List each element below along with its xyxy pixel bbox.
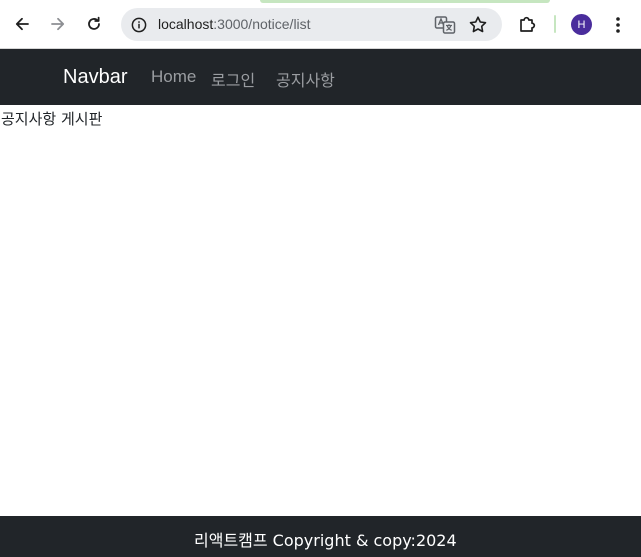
star-icon[interactable]	[467, 14, 489, 36]
nav-link-home[interactable]: Home	[151, 67, 196, 87]
app-footer: 리액트캠프 Copyright & copy:2024	[0, 516, 641, 557]
back-button[interactable]	[8, 10, 36, 38]
arrow-left-icon	[15, 17, 29, 31]
toolbar-divider	[554, 15, 556, 33]
reload-button[interactable]	[80, 10, 108, 38]
navbar-brand[interactable]: Navbar	[63, 66, 127, 89]
nav-link-notice[interactable]: 공지사항	[276, 67, 335, 91]
forward-button[interactable]	[44, 10, 72, 38]
address-bar[interactable]: localhost:3000/notice/list	[121, 8, 502, 41]
url-host: localhost	[158, 16, 214, 32]
kebab-menu-icon[interactable]	[610, 14, 626, 36]
active-tab-accent	[260, 0, 550, 3]
reload-icon	[88, 16, 100, 30]
profile-avatar[interactable]: H	[571, 14, 592, 35]
app-navbar: Navbar Home 로그인 공지사항	[0, 49, 641, 105]
translate-icon[interactable]	[434, 15, 456, 35]
arrow-right-icon	[51, 17, 65, 31]
main-content: 공지사항 게시판	[0, 105, 641, 516]
puzzle-icon[interactable]	[516, 12, 540, 36]
nav-link-login[interactable]: 로그인	[211, 67, 255, 91]
browser-toolbar: localhost:3000/notice/list H	[0, 0, 641, 49]
url-text[interactable]: localhost:3000/notice/list	[158, 16, 311, 32]
footer-copyright: 리액트캠프 Copyright & copy:2024	[194, 531, 457, 550]
info-icon[interactable]	[129, 15, 149, 35]
url-path: :3000/notice/list	[213, 16, 311, 32]
page-title: 공지사항 게시판	[1, 110, 103, 128]
